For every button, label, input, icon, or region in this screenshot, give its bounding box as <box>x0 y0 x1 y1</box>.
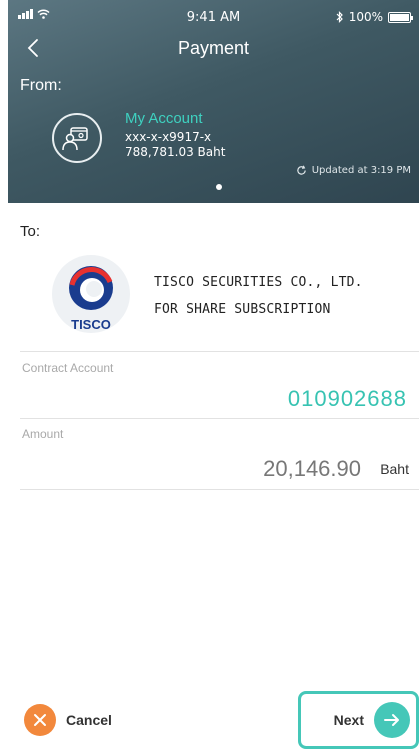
battery-percent: 100% <box>348 10 383 24</box>
amount-label: Amount <box>22 427 64 441</box>
arrow-right-icon <box>374 702 410 738</box>
account-avatar[interactable] <box>52 113 102 163</box>
header-panel: 9:41 AM 100% Payment From: My Account xx… <box>8 0 419 203</box>
divider <box>20 489 419 490</box>
bluetooth-icon <box>336 11 343 23</box>
updated-text: Updated at 3:19 PM <box>311 165 411 176</box>
status-bar: 9:41 AM 100% <box>8 0 419 30</box>
from-label: From: <box>20 77 62 94</box>
refresh-icon[interactable] <box>296 165 307 176</box>
logo-text: TISCO <box>71 317 111 332</box>
page-indicator-dot <box>216 184 222 190</box>
next-button[interactable]: Next <box>298 691 419 749</box>
tisco-logo-icon: TISCO <box>69 266 113 332</box>
contract-account-value[interactable]: 010902688 <box>288 386 407 412</box>
cancel-button[interactable]: Cancel <box>24 704 112 736</box>
close-icon <box>24 704 56 736</box>
cancel-label: Cancel <box>66 712 112 728</box>
status-right: 100% <box>336 10 413 24</box>
amount-value[interactable]: 20,146.90 <box>263 456 361 482</box>
next-label: Next <box>333 712 364 728</box>
account-card-icon <box>62 127 88 151</box>
page-title: Payment <box>177 38 250 58</box>
divider <box>20 351 419 352</box>
divider <box>20 418 419 419</box>
contract-account-label: Contract Account <box>22 361 114 375</box>
payee-description: FOR SHARE SUBSCRIPTION <box>154 302 331 317</box>
account-number: xxx-x-x9917-x <box>125 130 212 144</box>
payee-logo: TISCO <box>52 255 130 333</box>
account-balance: 788,781.03 Baht <box>125 145 226 159</box>
updated-status: Updated at 3:19 PM <box>296 165 411 176</box>
account-name[interactable]: My Account <box>125 110 203 127</box>
battery-icon <box>388 11 413 23</box>
payee-name: TISCO SECURITIES CO., LTD. <box>154 275 363 290</box>
payment-screen: 9:41 AM 100% Payment From: My Account xx… <box>8 0 419 749</box>
to-label: To: <box>20 223 41 240</box>
amount-unit: Baht <box>380 461 409 477</box>
nav-bar: Payment <box>8 36 419 64</box>
